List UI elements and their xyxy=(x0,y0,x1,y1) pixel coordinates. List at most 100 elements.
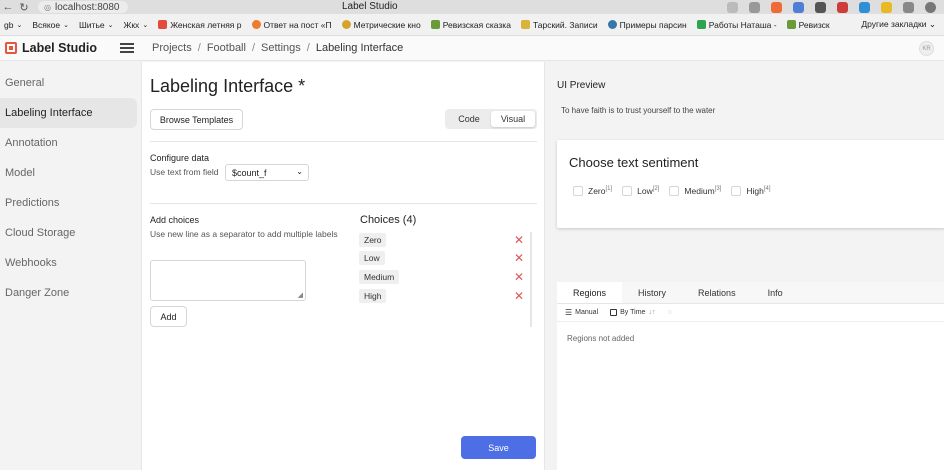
tab-regions[interactable]: Regions xyxy=(557,282,623,303)
choice-option-zero[interactable]: Zero[1] xyxy=(573,186,612,196)
code-tab[interactable]: Code xyxy=(447,111,491,127)
option-label: Medium xyxy=(684,186,715,196)
sidebar-item-annotation[interactable]: Annotation xyxy=(0,128,140,158)
checkbox[interactable] xyxy=(622,186,633,196)
visual-tab[interactable]: Visual xyxy=(491,111,535,127)
tab-info[interactable]: Info xyxy=(752,282,799,303)
choice-item: Zero ✕ xyxy=(359,233,524,249)
visibility-icon[interactable]: ◌ xyxy=(667,309,671,316)
choices-question: Choose text sentiment xyxy=(569,155,699,170)
menu-icon[interactable] xyxy=(120,43,134,53)
preview-title: UI Preview xyxy=(557,80,606,91)
add-choice-button[interactable]: Add xyxy=(150,306,187,327)
extension-icon[interactable] xyxy=(859,1,870,13)
bookmark-item[interactable]: Метрические кно xyxy=(338,20,427,30)
bookmark-folder[interactable]: Жкх ⌄ xyxy=(119,20,154,30)
avatar[interactable]: KR xyxy=(919,41,934,56)
choice-option-medium[interactable]: Medium[3] xyxy=(669,186,721,196)
bookmark-folder[interactable]: Всякое ⌄ xyxy=(28,20,75,30)
breadcrumb-projects[interactable]: Projects xyxy=(152,42,192,54)
site-info-icon[interactable]: ◎ xyxy=(44,3,51,12)
hotkey: [3] xyxy=(714,186,722,193)
sidebar-item-model[interactable]: Model xyxy=(0,158,140,188)
translate-icon[interactable] xyxy=(727,1,738,13)
sidebar-item-labeling-interface[interactable]: Labeling Interface xyxy=(0,98,137,128)
browser-toolbar: ← ↻ ◎ localhost:8080 Label Studio xyxy=(0,0,944,14)
option-label: Zero xyxy=(588,186,606,196)
extension-icon[interactable] xyxy=(837,1,848,13)
sidebar-item-webhooks[interactable]: Webhooks xyxy=(0,248,140,278)
site-favicon-icon xyxy=(696,20,706,29)
other-bookmarks[interactable]: Другие закладки ⌄ xyxy=(861,19,936,30)
site-favicon-icon xyxy=(341,20,351,29)
site-favicon-icon xyxy=(607,20,617,29)
manual-sort-button[interactable]: ☰ Manual xyxy=(565,308,598,317)
extension-icon[interactable] xyxy=(903,1,914,13)
choice-option-low[interactable]: Low[2] xyxy=(622,186,659,196)
extension-icon[interactable] xyxy=(881,1,892,13)
extension-icons xyxy=(727,0,936,14)
delete-icon[interactable]: ✕ xyxy=(514,289,524,303)
site-favicon-icon xyxy=(158,20,168,29)
bookmark-item[interactable]: Работы Наташа - xyxy=(693,20,783,30)
bookmark-item[interactable]: Ответ на пост «П xyxy=(248,20,338,30)
extension-icon[interactable] xyxy=(793,1,804,13)
data-field-select[interactable]: $count_f ⌄ xyxy=(225,164,309,181)
sidebar-item-danger-zone[interactable]: Danger Zone xyxy=(0,278,140,308)
by-time-sort-button[interactable]: By Time ↓↑ xyxy=(610,309,655,316)
field-label: Use text from field xyxy=(150,167,219,177)
breadcrumb-separator: / xyxy=(251,42,256,54)
regions-panel: Regions History Relations Info ☰ Manual … xyxy=(557,282,944,470)
breadcrumb-project[interactable]: Football xyxy=(207,42,246,54)
delete-icon[interactable]: ✕ xyxy=(514,270,524,284)
bookmarks-bar: gb ⌄ Всякое ⌄ Шитье ⌄ Жкх ⌄ Женская летняя р… xyxy=(0,14,944,36)
reload-icon[interactable]: ↻ xyxy=(16,1,32,14)
tab-relations[interactable]: Relations xyxy=(682,282,752,303)
choices-card: Choose text sentiment Zero[1] Low[2] Med… xyxy=(557,140,944,228)
sidebar-item-cloud-storage[interactable]: Cloud Storage xyxy=(0,218,140,248)
choice-label: Medium xyxy=(359,270,400,284)
divider xyxy=(150,141,537,142)
page-title: Labeling Interface * xyxy=(150,76,306,96)
bookmark-icon[interactable] xyxy=(749,1,760,13)
choice-label: Low xyxy=(359,251,385,265)
bookmark-item[interactable]: Тарский. Записи xyxy=(517,20,604,30)
delete-icon[interactable]: ✕ xyxy=(514,251,524,265)
regions-empty-text: Regions not added xyxy=(567,334,635,343)
choices-scrollbar[interactable] xyxy=(530,232,532,327)
option-label: Low xyxy=(637,186,653,196)
choice-label: Zero xyxy=(359,233,387,247)
save-button[interactable]: Save xyxy=(461,436,536,459)
bookmark-folder[interactable]: Шитье ⌄ xyxy=(75,20,119,30)
bookmark-item[interactable]: gb ⌄ xyxy=(0,20,28,30)
checkbox[interactable] xyxy=(669,186,680,196)
choices-textarea[interactable]: ◢ xyxy=(150,260,306,301)
brave-shield-icon[interactable] xyxy=(771,1,782,13)
logo[interactable]: Label Studio xyxy=(0,41,118,55)
resize-handle-icon[interactable]: ◢ xyxy=(298,291,303,299)
choice-option-high[interactable]: High[4] xyxy=(731,186,770,196)
sidebar-item-predictions[interactable]: Predictions xyxy=(0,188,140,218)
site-favicon-icon xyxy=(520,20,530,29)
breadcrumb-settings[interactable]: Settings xyxy=(261,42,301,54)
address-bar[interactable]: ◎ localhost:8080 xyxy=(38,1,128,13)
chevron-down-icon: ⌄ xyxy=(296,167,303,176)
profile-icon[interactable] xyxy=(925,1,936,13)
choice-options: Zero[1] Low[2] Medium[3] High[4] xyxy=(573,186,770,196)
checkbox[interactable] xyxy=(731,186,742,196)
bookmark-item[interactable]: Ревизск xyxy=(783,20,836,30)
regions-tabs: Regions History Relations Info xyxy=(557,282,944,304)
tab-history[interactable]: History xyxy=(622,282,682,303)
bookmark-item[interactable]: Ревизская сказка xyxy=(427,20,517,30)
delete-icon[interactable]: ✕ xyxy=(514,233,524,247)
bookmark-item[interactable]: Женская летняя р xyxy=(154,20,247,30)
checkbox[interactable] xyxy=(573,186,583,196)
ui-preview-panel: UI Preview To have faith is to trust you… xyxy=(544,62,944,470)
sidebar-item-general[interactable]: General xyxy=(0,68,140,98)
browse-templates-button[interactable]: Browse Templates xyxy=(150,109,243,130)
add-choices-heading: Add choices xyxy=(150,215,200,225)
extension-icon[interactable] xyxy=(815,1,826,13)
back-icon[interactable]: ← xyxy=(0,1,16,13)
bookmark-item[interactable]: Примеры парсин xyxy=(604,20,693,30)
choice-item: Medium ✕ xyxy=(359,270,524,286)
